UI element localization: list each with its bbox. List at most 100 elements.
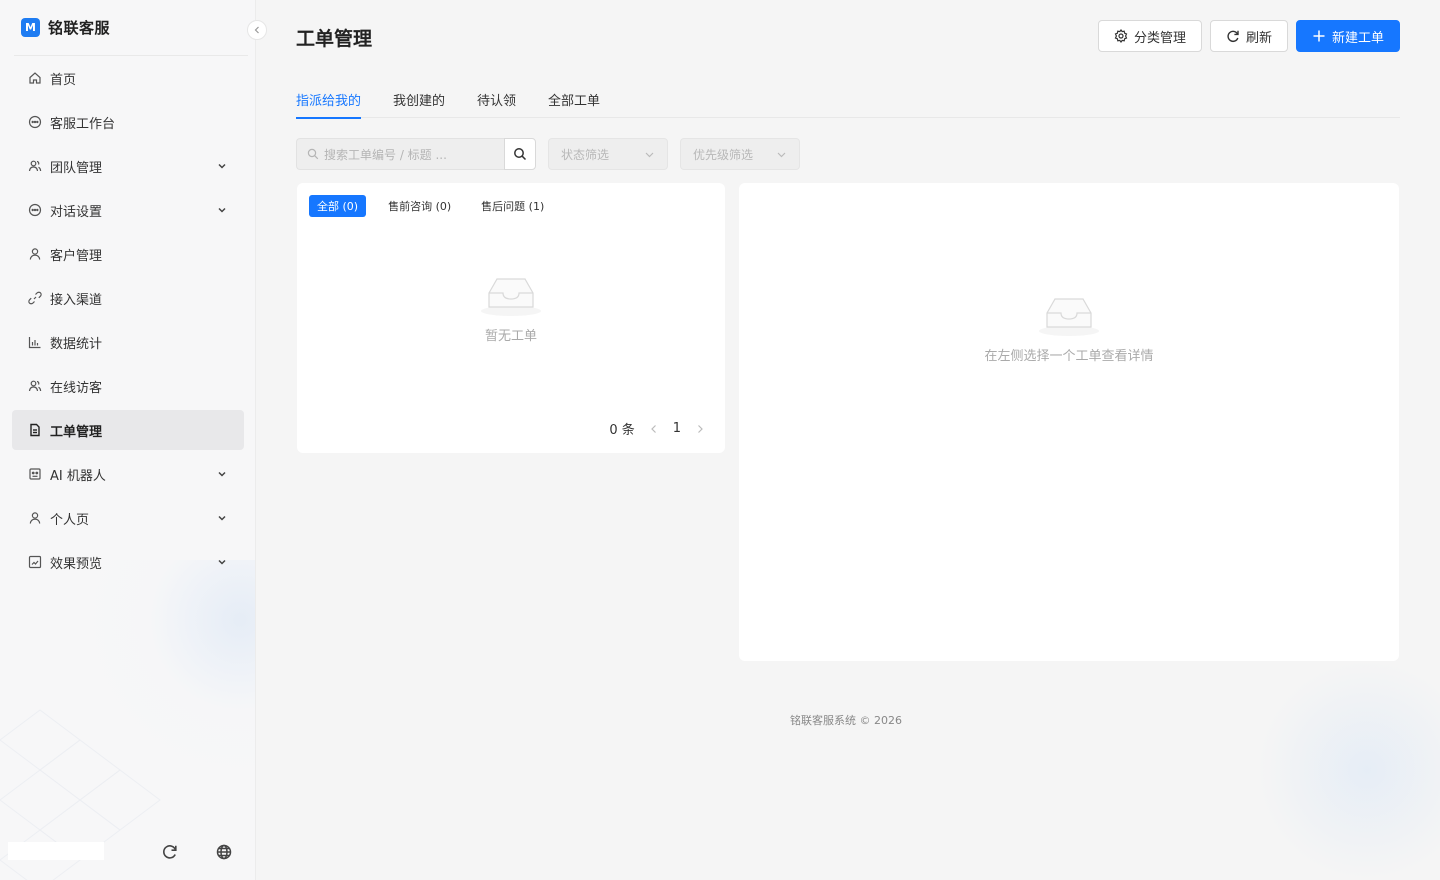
ticket-list-empty-text: 暂无工单 — [484, 329, 537, 344]
status-filter-placeholder: 状态筛选 — [561, 147, 610, 162]
ticket-icon — [28, 423, 42, 437]
gear-icon — [1114, 29, 1128, 43]
ticket-detail-empty-text: 在左侧选择一个工单查看详情 — [984, 349, 1154, 364]
sidebar-item-preview[interactable]: 效果预览 — [12, 542, 244, 582]
sidebar: M 铭联客服 首页 客服工作台 团队管理 对话设置 客户管理 接入渠道 数据统计… — [0, 0, 256, 880]
sidebar-item-tickets[interactable]: 工单管理 — [12, 410, 244, 450]
sidebar-item-statistics[interactable]: 数据统计 — [12, 322, 244, 362]
sidebar-item-online-visitors[interactable]: 在线访客 — [12, 366, 244, 406]
chevron-down-icon[interactable] — [216, 160, 228, 172]
ticket-list-panel: 全部 (0) 售前咨询 (0) 售后问题 (1) 暂无工单 0 条 1 — [297, 183, 725, 453]
sidebar-item-label: AI 机器人 — [50, 468, 106, 484]
search-button[interactable] — [504, 138, 536, 170]
category-tabs: 全部 (0) 售前咨询 (0) 售后问题 (1) — [309, 195, 560, 217]
sidebar-item-ai-robot[interactable]: AI 机器人 — [12, 454, 244, 494]
sidebar-item-label: 客户管理 — [50, 248, 103, 264]
tab-assigned-to-me[interactable]: 指派给我的 — [296, 80, 362, 119]
sidebar-item-team[interactable]: 团队管理 — [12, 146, 244, 186]
bar-chart-icon — [28, 335, 42, 349]
sidebar-item-label: 接入渠道 — [50, 292, 103, 308]
ticket-detail-empty-state: 在左侧选择一个工单查看详情 — [739, 293, 1399, 364]
sidebar-item-customers[interactable]: 客户管理 — [12, 234, 244, 274]
chat-settings-icon — [28, 203, 42, 217]
chevron-right-icon[interactable] — [695, 424, 705, 434]
filter-bar: 搜索工单编号 / 标题 ... 状态筛选 优先级筛选 — [296, 138, 800, 170]
sidebar-item-label: 工单管理 — [50, 424, 103, 440]
empty-inbox-icon — [481, 278, 541, 316]
chevron-left-icon[interactable] — [649, 424, 659, 434]
sidebar-item-label: 在线访客 — [50, 380, 103, 396]
sidebar-item-label: 数据统计 — [50, 336, 103, 352]
chat-icon — [28, 115, 42, 129]
search-icon — [307, 148, 319, 160]
priority-filter-placeholder: 优先级筛选 — [693, 147, 754, 162]
chevron-down-icon[interactable] — [216, 556, 228, 568]
sidebar-item-label: 效果预览 — [50, 556, 103, 572]
logo-mark-icon: M — [21, 18, 40, 37]
sidebar-collapse-button[interactable] — [247, 20, 267, 40]
refresh-label: 刷新 — [1245, 30, 1272, 46]
sidebar-footer — [0, 838, 255, 868]
refresh-icon[interactable] — [160, 842, 180, 862]
pagination: 0 条 1 — [609, 419, 705, 438]
search-placeholder: 搜索工单编号 / 标题 ... — [324, 147, 447, 162]
search-group: 搜索工单编号 / 标题 ... — [296, 138, 536, 170]
sidebar-item-chat-settings[interactable]: 对话设置 — [12, 190, 244, 230]
app-logo[interactable]: M 铭联客服 — [21, 17, 110, 38]
refresh-icon — [1227, 30, 1239, 42]
sidebar-item-label: 客服工作台 — [50, 116, 116, 132]
chevron-left-icon — [254, 26, 259, 34]
profile-icon — [28, 511, 42, 525]
robot-icon — [28, 467, 42, 481]
category-tab-aftersales[interactable]: 售后问题 (1) — [473, 195, 552, 217]
chevron-down-icon[interactable] — [216, 512, 228, 524]
ticket-list-empty-state: 暂无工单 — [297, 273, 725, 344]
sidebar-divider — [14, 55, 248, 56]
main-background-glow — [1257, 660, 1440, 880]
chevron-down-icon[interactable] — [216, 468, 228, 480]
ticket-detail-panel: 在左侧选择一个工单查看详情 — [739, 183, 1399, 661]
sidebar-item-label: 团队管理 — [50, 160, 103, 176]
globe-icon[interactable] — [214, 842, 234, 862]
refresh-button[interactable]: 刷新 — [1209, 20, 1288, 52]
sidebar-item-home[interactable]: 首页 — [12, 58, 244, 98]
sidebar-item-label: 对话设置 — [50, 204, 103, 220]
search-icon — [514, 148, 527, 161]
category-tab-all[interactable]: 全部 (0) — [309, 195, 367, 217]
status-filter-select[interactable]: 状态筛选 — [548, 138, 668, 170]
chevron-down-icon — [645, 152, 654, 157]
app-name: 铭联客服 — [48, 19, 111, 37]
main-content: 工单管理 分类管理 刷新 新建工单 指派给我的 我创建的 待认领 全部工单 搜索… — [257, 0, 1440, 880]
pagination-total: 0 条 — [609, 423, 635, 438]
user-info-redacted[interactable] — [8, 842, 104, 860]
visitor-icon — [28, 379, 42, 393]
tab-created-by-me[interactable]: 我创建的 — [393, 80, 445, 118]
page-footer: 铭联客服系统 © 2026 — [790, 714, 902, 727]
chevron-down-icon[interactable] — [216, 204, 228, 216]
page-title: 工单管理 — [296, 28, 373, 50]
category-management-button[interactable]: 分类管理 — [1097, 20, 1202, 52]
sidebar-item-profile[interactable]: 个人页 — [12, 498, 244, 538]
sidebar-item-agent-workbench[interactable]: 客服工作台 — [12, 102, 244, 142]
chevron-down-icon — [777, 152, 786, 157]
search-input[interactable]: 搜索工单编号 / 标题 ... — [296, 138, 504, 170]
new-ticket-button[interactable]: 新建工单 — [1295, 20, 1400, 52]
team-icon — [28, 159, 42, 173]
sidebar-item-channels[interactable]: 接入渠道 — [12, 278, 244, 318]
sidebar-item-label: 首页 — [50, 72, 77, 88]
home-icon — [28, 71, 42, 85]
empty-inbox-icon — [1039, 298, 1099, 336]
category-tab-presales[interactable]: 售前咨询 (0) — [380, 195, 459, 217]
preview-icon — [28, 555, 42, 569]
tab-all-tickets[interactable]: 全部工单 — [548, 80, 600, 118]
link-icon — [28, 291, 42, 305]
tab-unclaimed[interactable]: 待认领 — [477, 80, 516, 118]
priority-filter-select[interactable]: 优先级筛选 — [680, 138, 800, 170]
sidebar-item-label: 个人页 — [50, 512, 90, 528]
plus-icon — [1313, 30, 1325, 42]
pagination-current-page[interactable]: 1 — [673, 421, 681, 436]
sidebar-nav: 首页 客服工作台 团队管理 对话设置 客户管理 接入渠道 数据统计 在线访客 工… — [12, 58, 244, 586]
category-management-label: 分类管理 — [1133, 30, 1186, 46]
ticket-tabs: 指派给我的 我创建的 待认领 全部工单 — [296, 80, 1400, 119]
new-ticket-label: 新建工单 — [1331, 30, 1384, 46]
